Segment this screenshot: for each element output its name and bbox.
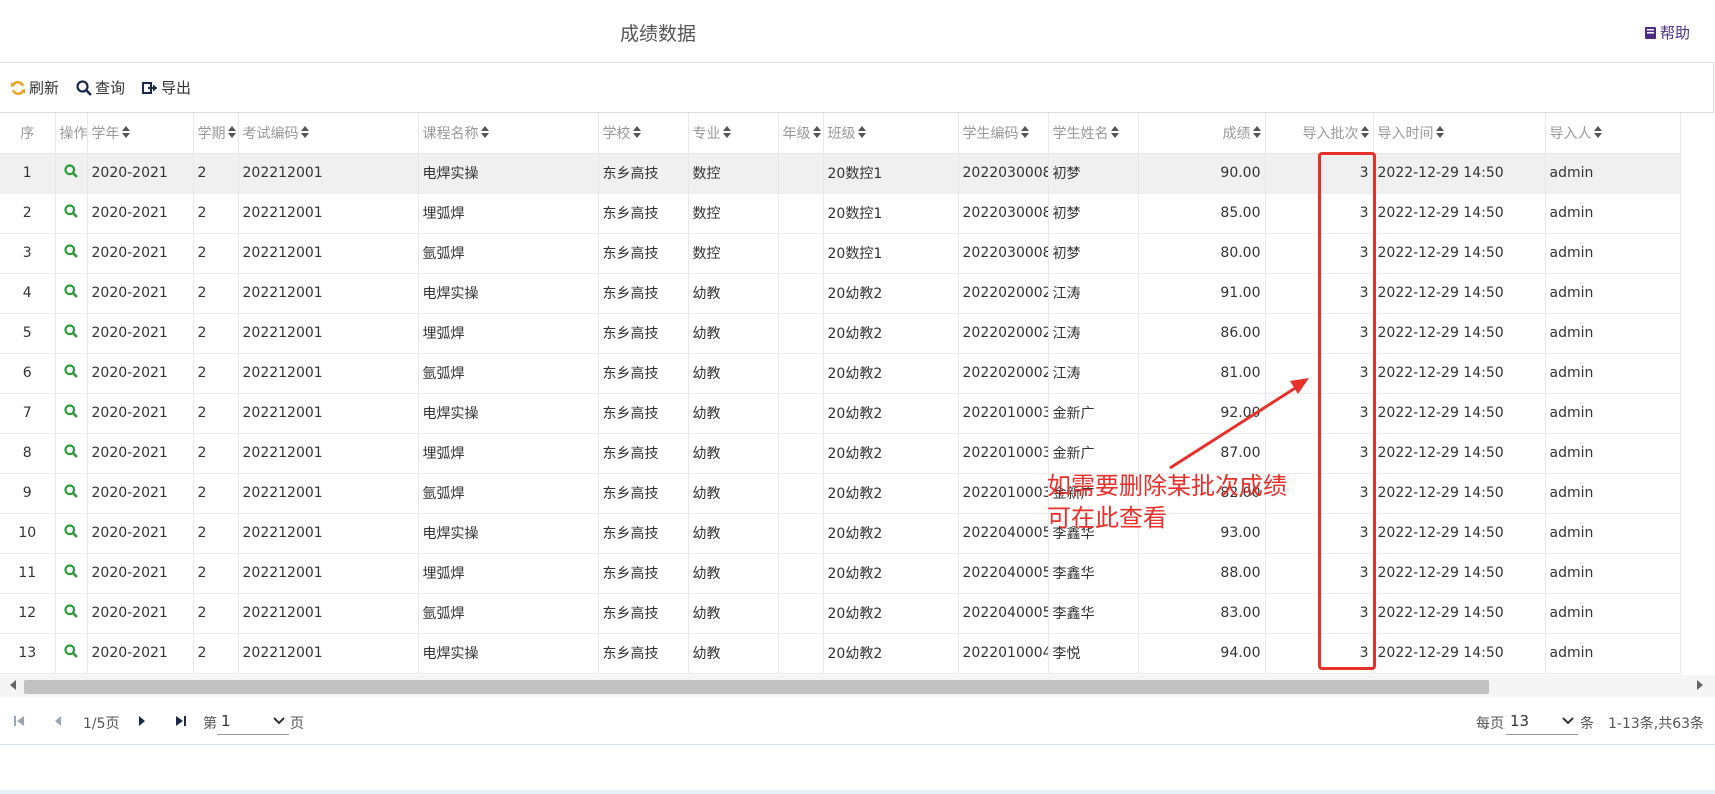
annotation-arrow [1169,378,1309,470]
annotation-text: 如需要删除某批次成绩 可在此查看 [1047,472,1287,532]
bottom-strip [0,790,1715,794]
